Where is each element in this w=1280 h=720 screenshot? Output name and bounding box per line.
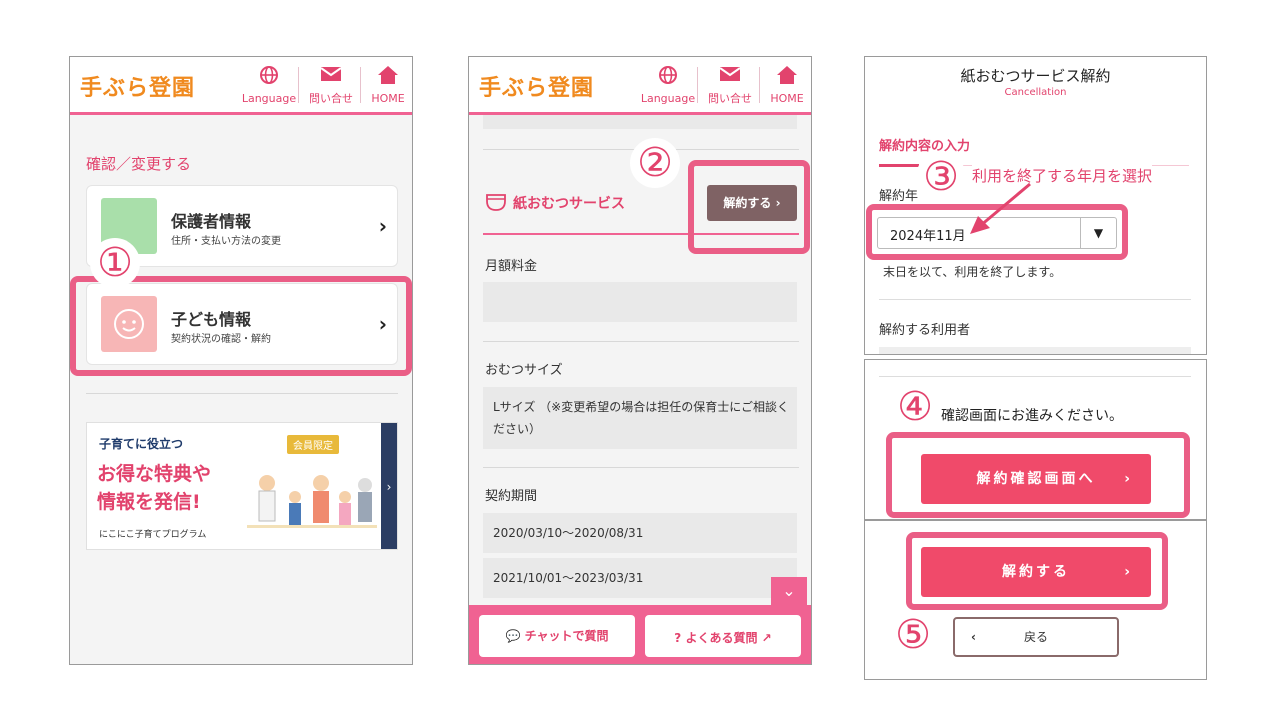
app-logo[interactable]: 手ぶら登園 — [80, 70, 195, 102]
home-button[interactable]: HOME — [366, 65, 410, 107]
monthly-fee-value — [483, 282, 797, 322]
guardian-subtitle: 住所・支払い方法の変更 — [171, 236, 281, 247]
language-button[interactable]: Language — [639, 65, 697, 107]
question-icon: ? — [674, 631, 682, 645]
end-note: 末日を以て、利用を終了します。 — [883, 265, 1062, 279]
home-button[interactable]: HOME — [765, 65, 809, 107]
home-icon — [366, 65, 410, 92]
divider — [483, 341, 799, 342]
chevron-down-icon: ⌄ — [782, 581, 796, 600]
form-section-title: 解約内容の入力 — [879, 139, 971, 154]
app-logo[interactable]: 手ぶら登園 — [479, 70, 594, 102]
divider-accent — [879, 164, 919, 167]
banner-next-arrow[interactable]: › — [381, 423, 397, 549]
period-row: 2020/03/10〜2020/08/31 — [483, 513, 797, 553]
globe-icon — [240, 65, 298, 92]
step-number-2: ② — [630, 138, 680, 188]
app-header: 手ぶら登園 Language 問い合せ HOME — [469, 57, 811, 115]
contact-button[interactable]: 問い合せ — [304, 65, 358, 107]
header-divider — [759, 67, 760, 103]
mail-icon — [703, 65, 757, 90]
chat-button[interactable]: 💬 チャットで質問 — [479, 615, 635, 657]
scroll-down-button[interactable]: ⌄ — [771, 577, 807, 605]
banner-line-1: 子育てに役立つ — [99, 437, 184, 451]
highlight-box-4 — [886, 432, 1190, 518]
size-label: おむつサイズ — [485, 363, 563, 378]
size-value-box: Lサイズ （※変更希望の場合は担任の保育士にご相談ください） — [483, 387, 797, 449]
page-subtitle: Cancellation — [1004, 87, 1067, 98]
globe-icon — [639, 65, 697, 92]
user-field — [879, 347, 1191, 354]
contact-button[interactable]: 問い合せ — [703, 65, 757, 107]
banner-line-2: お得な特典や — [97, 463, 212, 485]
external-link-icon: ↗ — [761, 631, 772, 645]
service-title: 紙おむつサービス — [513, 196, 625, 212]
faq-button-label: よくある質問 — [685, 631, 758, 645]
chat-button-label: チャットで質問 — [524, 629, 609, 643]
divider — [879, 299, 1191, 300]
family-illustration — [247, 475, 377, 528]
section-title: 確認／変更する — [86, 155, 192, 173]
chevron-right-icon: › — [378, 214, 387, 238]
banner-line-3: 情報を発信! — [97, 491, 201, 513]
guardian-title: 保護者情報 — [171, 212, 252, 231]
home-icon — [765, 65, 809, 92]
header-divider — [298, 67, 299, 103]
step-number-5: ⑤ — [888, 610, 938, 660]
chat-icon: 💬 — [505, 629, 521, 643]
language-label: Language — [640, 92, 696, 105]
month-field-label: 解約年 — [879, 189, 919, 204]
app-header: 手ぶら登園 Language 問い合せ HOME — [70, 57, 412, 115]
home-label: HOME — [770, 92, 804, 105]
step-number-3: ③ — [916, 152, 966, 202]
period-value: 2021/10/01〜2023/03/31 — [493, 571, 644, 585]
contact-label: 問い合せ — [708, 92, 752, 105]
header-divider — [360, 67, 361, 103]
promo-banner[interactable]: 子育てに役立つ お得な特典や 情報を発信! にこにこ子育てプログラム 会員限定 … — [86, 422, 398, 550]
scroll-remnant — [483, 115, 797, 129]
divider — [86, 393, 398, 394]
divider — [483, 467, 799, 468]
home-label: HOME — [371, 92, 405, 105]
page-title: 紙おむつサービス解約 — [960, 67, 1111, 85]
arrow-icon — [970, 182, 1031, 234]
header-divider — [697, 67, 698, 103]
footer-bar: 💬 チャットで質問 ? よくある質問 ↗ — [469, 605, 811, 664]
period-row: 2021/10/01〜2023/03/31 — [483, 558, 797, 598]
size-value: Lサイズ （※変更希望の場合は担任の保育士にご相談ください） — [493, 400, 789, 436]
back-button-label: 戻る — [1023, 630, 1048, 644]
highlight-box-2 — [688, 160, 810, 254]
divider — [879, 376, 1191, 377]
highlight-box-5 — [906, 532, 1168, 610]
step-number-1: ① — [90, 238, 140, 288]
monthly-fee-label: 月額料金 — [485, 259, 538, 274]
step-number-4: ④ — [890, 382, 940, 432]
period-label: 契約期間 — [485, 489, 538, 504]
chevron-left-icon: ‹ — [971, 630, 976, 644]
members-only-tag: 会員限定 — [287, 435, 339, 454]
mail-icon — [304, 65, 358, 90]
faq-button[interactable]: ? よくある質問 ↗ — [645, 615, 801, 657]
language-button[interactable]: Language — [240, 65, 298, 107]
banner-line-4: にこにこ子育てプログラム — [99, 530, 207, 540]
period-value: 2020/03/10〜2020/08/31 — [493, 526, 644, 540]
back-button[interactable]: ‹ 戻る — [953, 617, 1119, 657]
proceed-text: 確認画面にお進みください。 — [941, 408, 1123, 424]
highlight-box-1 — [70, 276, 412, 376]
language-label: Language — [241, 92, 297, 105]
diaper-icon — [485, 192, 507, 216]
contact-label: 問い合せ — [309, 92, 353, 105]
user-label: 解約する利用者 — [879, 323, 971, 338]
